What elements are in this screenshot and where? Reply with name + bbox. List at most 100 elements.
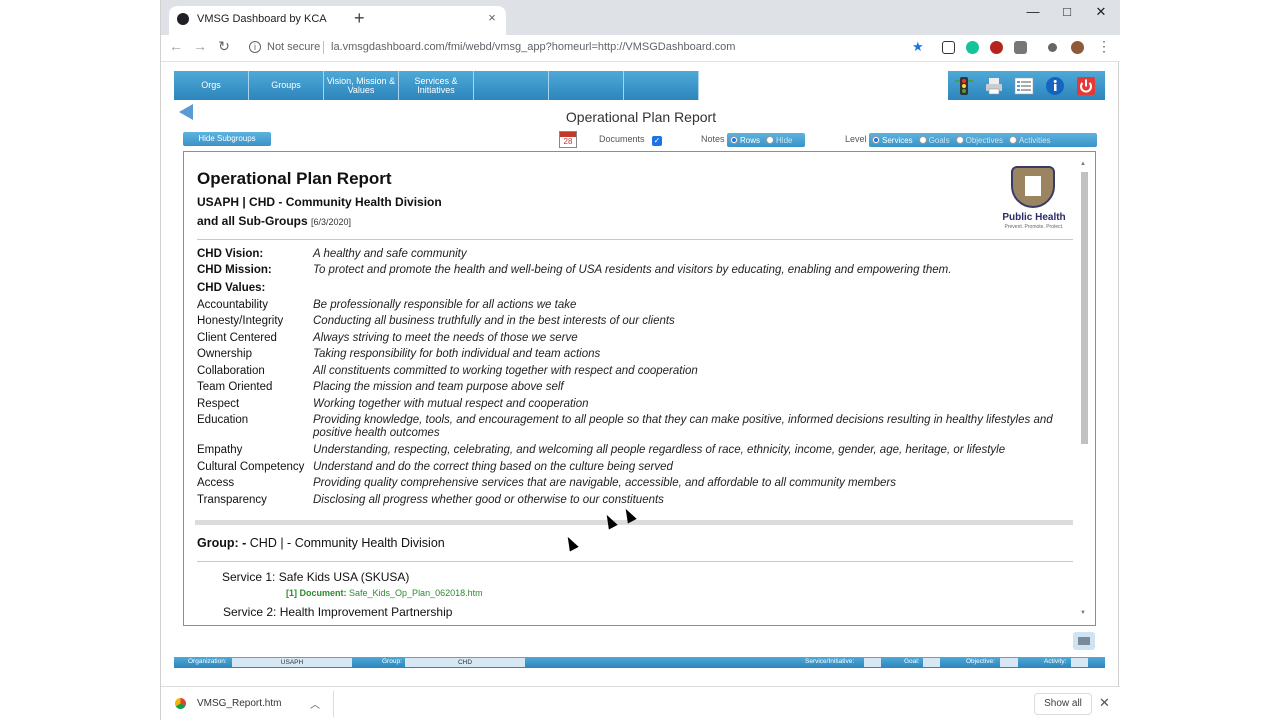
status-objective-label: Objective:: [966, 658, 995, 665]
divider: [197, 561, 1073, 562]
close-shelf-icon[interactable]: ✕: [1099, 695, 1110, 711]
tab-close-icon[interactable]: ×: [484, 10, 500, 25]
cross-icon: [1025, 176, 1041, 196]
chevron-up-icon[interactable]: ︿: [310, 696, 320, 711]
divider: [333, 691, 334, 717]
right-margin: [1120, 0, 1280, 720]
status-goal-value: [923, 658, 940, 667]
bookmark-star-icon[interactable]: ★: [912, 39, 924, 55]
toolbar-icons: [948, 71, 1105, 100]
level-option-services[interactable]: Services: [872, 136, 913, 145]
notes-toggle: Rows Hide: [727, 133, 805, 147]
download-shelf: VMSG_Report.htm ︿ Show all ✕: [161, 686, 1120, 720]
show-all-button[interactable]: Show all: [1034, 693, 1092, 715]
scroll-down-icon[interactable]: ▼: [1080, 610, 1086, 616]
status-org-value: USAPH: [232, 658, 352, 667]
section-divider: [195, 520, 1073, 525]
divider: [197, 239, 1073, 240]
red-extension-icon[interactable]: [990, 41, 1003, 54]
notes-label: Notes: [701, 134, 725, 144]
site-favicon-icon: [177, 13, 189, 25]
notes-option-rows[interactable]: Rows: [730, 136, 760, 145]
level-option-objectives[interactable]: Objectives: [955, 136, 1003, 145]
tab-disabled-1[interactable]: [474, 71, 549, 100]
screenshot-extension-icon[interactable]: [942, 41, 955, 54]
public-health-logo: Public Health Prevent. Promote. Protect.: [996, 166, 1072, 232]
tab-services-initiatives[interactable]: Services & Initiatives: [399, 71, 474, 100]
omnibox[interactable]: i Not secure la.vmsgdashboard.com/fmi/we…: [241, 37, 921, 59]
scroll-up-icon[interactable]: ▲: [1080, 161, 1086, 167]
status-org-label: Organization:: [188, 658, 227, 665]
back-arrow-icon[interactable]: [179, 104, 193, 120]
grammarly-extension-icon[interactable]: [966, 41, 979, 54]
print-icon[interactable]: [1073, 632, 1095, 650]
mouse-cursor: [602, 512, 618, 530]
status-service-value: [864, 658, 881, 667]
chrome-file-icon: [175, 698, 186, 709]
maximize-button[interactable]: □: [1057, 4, 1077, 19]
new-tab-button[interactable]: +: [354, 8, 365, 29]
mouse-cursor: [563, 534, 579, 552]
level-label: Level: [845, 134, 867, 144]
level-option-goals[interactable]: Goals: [918, 136, 950, 145]
omnibox-divider: [323, 41, 324, 54]
status-activity-value: [1071, 658, 1088, 667]
tab-disabled-2[interactable]: [549, 71, 624, 100]
service-item: Service 1: Safe Kids USA (SKUSA): [222, 570, 410, 584]
status-activity-label: Activity:: [1044, 658, 1067, 665]
level-toggle: Services Goals Objectives Activities: [869, 133, 1097, 147]
status-goal-label: Goal:: [904, 658, 920, 665]
service-item: Service 2: Health Improvement Partnershi…: [223, 605, 453, 619]
key-icon[interactable]: [1048, 43, 1057, 52]
group-heading: Group: - CHD | - Community Health Divisi…: [197, 536, 445, 550]
url-text[interactable]: la.vmsgdashboard.com/fmi/webd/vmsg_app?h…: [331, 41, 735, 53]
status-group-value: CHD: [405, 658, 525, 667]
security-label: Not secure: [267, 41, 321, 53]
minimize-button[interactable]: —: [1023, 4, 1043, 19]
browser-tab[interactable]: VMSG Dashboard by KCA ×: [169, 6, 506, 35]
list-icon[interactable]: [1014, 76, 1034, 96]
tab-disabled-3[interactable]: [624, 71, 699, 100]
document-link[interactable]: [1] Document: Safe_Kids_Op_Plan_062018.h…: [286, 588, 483, 598]
report-subgroups-line: and all Sub-Groups [6/3/2020]: [197, 214, 352, 228]
power-icon[interactable]: [1076, 76, 1096, 96]
report-org-line: USAPH | CHD - Community Health Division: [197, 195, 442, 209]
gray-extension-icon[interactable]: [1014, 41, 1027, 54]
notes-option-hide[interactable]: Hide: [766, 136, 792, 145]
hide-subgroups-button[interactable]: Hide Subgroups: [183, 132, 271, 146]
traffic-light-icon[interactable]: [954, 76, 974, 96]
calendar-day: 28: [563, 137, 573, 146]
tab-bar: VMSG Dashboard by KCA × + — □ ✕: [161, 0, 1120, 35]
scroll-thumb[interactable]: [1081, 172, 1088, 444]
report-date: [6/3/2020]: [311, 217, 352, 227]
printer-icon[interactable]: [984, 76, 1004, 96]
status-service-label: Service/Initiative:: [805, 658, 855, 665]
status-bar: Organization: USAPH Group: CHD Service/I…: [174, 657, 1105, 668]
close-window-button[interactable]: ✕: [1091, 4, 1111, 20]
info-icon[interactable]: i: [249, 41, 261, 53]
tab-groups[interactable]: Groups: [249, 71, 324, 100]
app-nav: Orgs Groups Vision, Mission & Values Ser…: [174, 71, 699, 100]
page-title: Operational Plan Report: [565, 109, 717, 125]
report-title: Operational Plan Report: [197, 169, 392, 188]
tab-vision-mission-values[interactable]: Vision, Mission & Values: [324, 71, 399, 100]
download-filename[interactable]: VMSG_Report.htm: [197, 698, 281, 709]
report-panel[interactable]: Operational Plan Report USAPH | CHD - Co…: [183, 151, 1096, 626]
documents-label: Documents: [599, 134, 645, 144]
profile-avatar[interactable]: [1071, 41, 1084, 54]
tab-title: VMSG Dashboard by KCA: [197, 13, 327, 25]
reload-icon[interactable]: ↻: [215, 38, 233, 55]
status-group-label: Group:: [382, 658, 402, 665]
browser-window: VMSG Dashboard by KCA × + — □ ✕ ← → ↻ i …: [160, 0, 1120, 720]
level-option-activities[interactable]: Activities: [1008, 136, 1051, 145]
left-margin: [0, 0, 160, 720]
forward-icon[interactable]: →: [191, 38, 209, 54]
info-button-icon[interactable]: [1045, 76, 1065, 96]
status-objective-value: [1000, 658, 1018, 667]
address-bar: ← → ↻ i Not secure la.vmsgdashboard.com/…: [161, 35, 1120, 62]
back-icon[interactable]: ←: [167, 38, 185, 54]
tab-orgs[interactable]: Orgs: [174, 71, 249, 100]
documents-checkbox[interactable]: ✓: [652, 136, 662, 146]
menu-icon[interactable]: ⋮: [1095, 38, 1113, 55]
calendar-icon[interactable]: 28: [559, 131, 577, 148]
